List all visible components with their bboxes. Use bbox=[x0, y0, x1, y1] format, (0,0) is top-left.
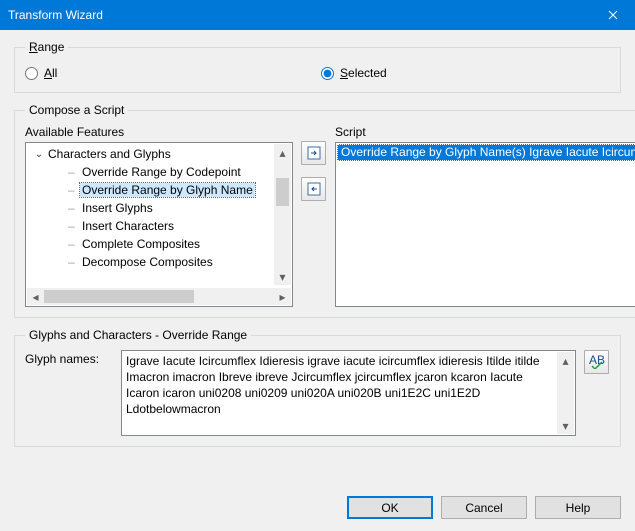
compose-group: Compose a Script Available Features ⌄ Ch… bbox=[14, 103, 635, 318]
scroll-down-icon[interactable]: ▾ bbox=[557, 417, 574, 434]
cancel-button[interactable]: Cancel bbox=[441, 496, 527, 519]
features-tree[interactable]: ⌄ Characters and Glyphs –Override Range … bbox=[25, 142, 293, 307]
range-group: Range All Selected bbox=[14, 40, 621, 93]
tree-item[interactable]: –Insert Glyphs bbox=[26, 199, 274, 217]
script-label: Script bbox=[335, 125, 635, 139]
close-button[interactable] bbox=[590, 0, 635, 30]
tree-item[interactable]: –Insert Characters bbox=[26, 217, 274, 235]
scroll-up-icon[interactable]: ▴ bbox=[274, 144, 291, 161]
validate-button[interactable]: ABC bbox=[584, 350, 609, 374]
scroll-down-icon[interactable]: ▾ bbox=[274, 268, 291, 285]
glyph-names-value: Igrave Iacute Icircumflex Idieresis igra… bbox=[126, 354, 540, 416]
tree-hscrollbar[interactable]: ◂ ▸ bbox=[27, 288, 291, 305]
tree-vscrollbar[interactable]: ▴ ▾ bbox=[274, 144, 291, 285]
glyph-names-label: Glyph names: bbox=[25, 350, 113, 366]
window-title: Transform Wizard bbox=[8, 8, 590, 22]
tree-item[interactable]: –Override Range by Glyph Name bbox=[26, 181, 274, 199]
range-all-radio[interactable] bbox=[25, 67, 38, 80]
scroll-thumb[interactable] bbox=[276, 178, 289, 206]
close-icon bbox=[608, 10, 618, 20]
arrow-left-icon bbox=[307, 182, 321, 196]
client-area: Range All Selected Compose a Script Avai… bbox=[0, 40, 635, 531]
glyphs-group: Glyphs and Characters - Override Range G… bbox=[14, 328, 621, 447]
help-button[interactable]: Help bbox=[535, 496, 621, 519]
range-all-label: All bbox=[44, 66, 57, 80]
range-selected-radio[interactable] bbox=[321, 67, 334, 80]
scroll-left-icon[interactable]: ◂ bbox=[27, 288, 44, 305]
titlebar: Transform Wizard bbox=[0, 0, 635, 30]
collapse-icon[interactable]: ⌄ bbox=[32, 149, 46, 160]
tree-item[interactable]: –Complete Composites bbox=[26, 235, 274, 253]
glyphs-legend: Glyphs and Characters - Override Range bbox=[25, 328, 251, 342]
svg-text:ABC: ABC bbox=[589, 355, 605, 367]
remove-from-script-button[interactable] bbox=[301, 177, 326, 201]
textarea-vscrollbar[interactable]: ▴ ▾ bbox=[557, 352, 574, 434]
dialog-buttons: OK Cancel Help bbox=[347, 496, 621, 519]
tree-root[interactable]: ⌄ Characters and Glyphs bbox=[26, 145, 274, 163]
scroll-thumb[interactable] bbox=[44, 290, 194, 303]
tree-item[interactable]: –Decompose Composites bbox=[26, 253, 274, 271]
tree-item[interactable]: –Override Range by Codepoint bbox=[26, 163, 274, 181]
glyph-names-textarea[interactable]: Igrave Iacute Icircumflex Idieresis igra… bbox=[121, 350, 576, 436]
arrow-right-icon bbox=[307, 146, 321, 160]
scroll-right-icon[interactable]: ▸ bbox=[274, 288, 291, 305]
spellcheck-icon: ABC bbox=[589, 355, 605, 369]
range-legend: Range bbox=[25, 40, 68, 54]
add-to-script-button[interactable] bbox=[301, 141, 326, 165]
script-item[interactable]: Override Range by Glyph Name(s) Igrave I… bbox=[337, 144, 635, 161]
script-list[interactable]: Override Range by Glyph Name(s) Igrave I… bbox=[335, 142, 635, 307]
range-selected-label: Selected bbox=[340, 66, 387, 80]
scroll-up-icon[interactable]: ▴ bbox=[557, 352, 574, 369]
compose-legend: Compose a Script bbox=[25, 103, 128, 117]
ok-button[interactable]: OK bbox=[347, 496, 433, 519]
features-label: Available Features bbox=[25, 125, 293, 139]
